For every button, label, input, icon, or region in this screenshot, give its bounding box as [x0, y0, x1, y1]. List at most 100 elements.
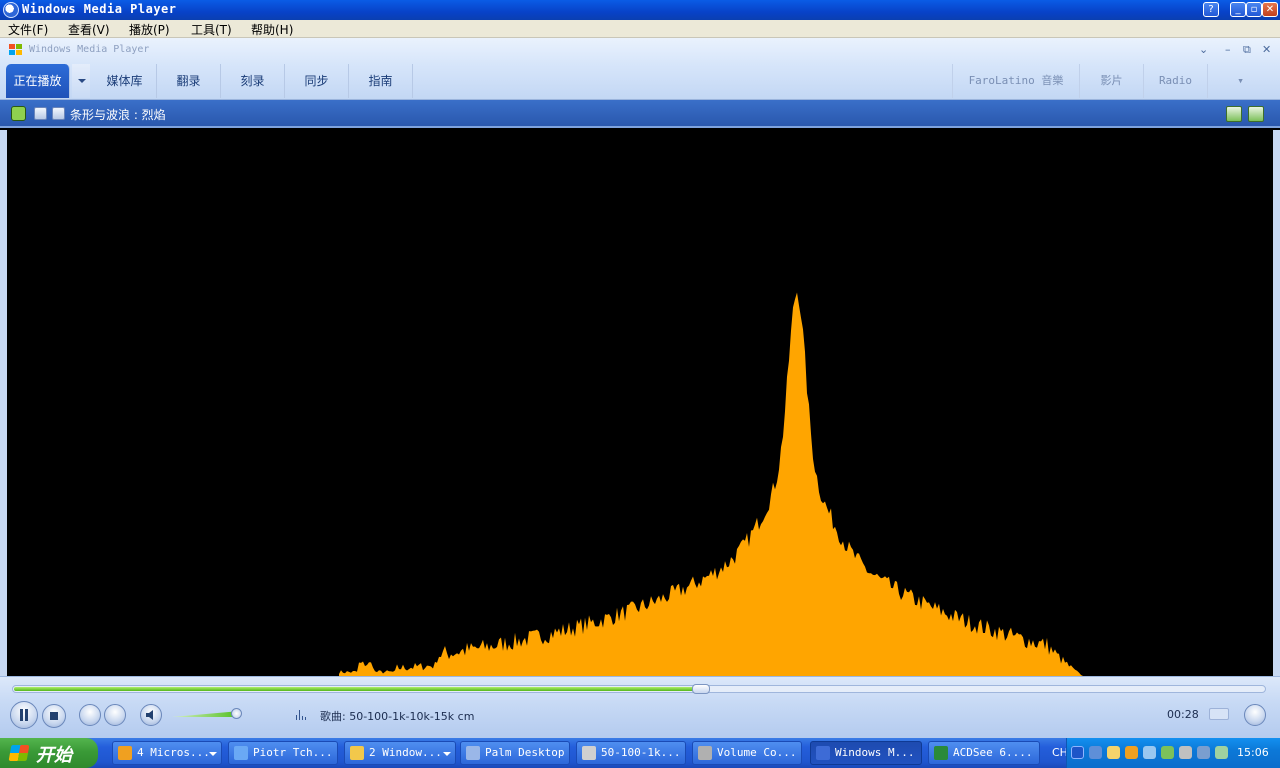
tab-now-playing-dropdown[interactable]: [72, 64, 90, 98]
volume-slider[interactable]: [172, 711, 240, 717]
speaker-icon: [146, 710, 153, 720]
taskbar-item-label: Palm Desktop: [485, 746, 565, 759]
time-display-toggle[interactable]: [1209, 708, 1229, 720]
taskbar-item-label: 2 Window...: [369, 746, 442, 759]
playlist-icon[interactable]: [11, 106, 26, 121]
volume-icon[interactable]: [1197, 746, 1210, 759]
network-icon[interactable]: [1089, 746, 1102, 759]
taskbar-item[interactable]: 2 Window...: [344, 741, 456, 765]
restore-button[interactable]: ▫: [1246, 2, 1262, 17]
visualization-area: [7, 130, 1273, 676]
taskbar-item-label: 50-100-1k...: [601, 746, 681, 759]
taskbar-app-icon: [934, 746, 948, 760]
taskbar-item[interactable]: Windows M...: [810, 741, 922, 765]
taskbar-item[interactable]: ACDSee 6....: [928, 741, 1040, 765]
menu-help[interactable]: 帮助(H): [251, 21, 293, 38]
display-icon[interactable]: [1179, 746, 1192, 759]
menu-view[interactable]: 查看(V): [68, 21, 110, 38]
tab-guide[interactable]: 指南: [349, 64, 413, 98]
wmp-header: Windows Media Player ⌄ – ⧉ ✕ 正在播放 媒体库 翻录…: [0, 38, 1280, 100]
taskbar-app-icon: [698, 746, 712, 760]
status-text: 歌曲: 50-100-1k-10k-15k cm: [320, 710, 475, 723]
tray-app-icon[interactable]: [1143, 746, 1156, 759]
fullscreen-icon[interactable]: [1226, 106, 1242, 122]
menu-play[interactable]: 播放(P): [129, 21, 170, 38]
stop-icon: [50, 712, 58, 720]
chevron-down-icon: [209, 752, 217, 756]
pause-button[interactable]: [10, 701, 38, 729]
system-tray: 15:06: [1066, 738, 1280, 768]
taskbar-item[interactable]: 50-100-1k...: [576, 741, 686, 765]
visualization-bar: 条形与波浪 : 烈焰: [0, 100, 1280, 128]
window-title: Windows Media Player: [22, 2, 177, 16]
taskbar-item-label: Windows M...: [835, 746, 915, 759]
volume-thumb[interactable]: [231, 708, 242, 719]
tab-farolatino[interactable]: FaroLatino 音樂: [952, 64, 1079, 98]
taskbar-app-icon: [582, 746, 596, 760]
tabs-more-icon[interactable]: ▾: [1207, 64, 1273, 98]
start-label: 开始: [36, 745, 72, 766]
previous-button[interactable]: [79, 704, 101, 726]
taskbar: 开始 4 Micros... Piotr Tch... 2 Window... Pal…: [0, 738, 1280, 768]
help-icon[interactable]: ?: [1203, 2, 1219, 17]
taskbar-app-icon: [350, 746, 364, 760]
clock: 15:06: [1237, 746, 1269, 759]
taskbar-item-label: Piotr Tch...: [253, 746, 333, 759]
wmp-title: Windows Media Player: [29, 44, 150, 55]
seek-bar[interactable]: [12, 684, 1266, 694]
seek-progress: [14, 687, 702, 691]
flame-visualizer: [339, 292, 1083, 676]
next-visualization-button[interactable]: [52, 107, 65, 120]
close-button[interactable]: ✕: [1262, 2, 1278, 17]
tab-sync[interactable]: 同步: [285, 64, 349, 98]
tab-radio[interactable]: Radio: [1143, 64, 1207, 98]
skin-mode-icon[interactable]: [1248, 106, 1264, 122]
tab-movies[interactable]: 影片: [1079, 64, 1143, 98]
tab-rip[interactable]: 翻录: [157, 64, 221, 98]
equalizer-icon: [296, 710, 306, 720]
previous-visualization-button[interactable]: [34, 107, 47, 120]
taskbar-item[interactable]: Palm Desktop: [460, 741, 570, 765]
chevron-down-icon: [443, 752, 451, 756]
seek-thumb[interactable]: [692, 684, 710, 694]
start-button[interactable]: 开始: [0, 738, 98, 768]
menu-bar: 文件(F) 查看(V) 播放(P) 工具(T) 帮助(H): [0, 20, 1280, 38]
taskbar-item-label: 4 Micros...: [137, 746, 210, 759]
menu-file[interactable]: 文件(F): [8, 21, 48, 38]
safely-remove-icon[interactable]: [1161, 746, 1174, 759]
restore-icon[interactable]: ⧉: [1243, 43, 1251, 57]
frame-right: [1273, 130, 1280, 680]
mute-button[interactable]: [140, 704, 162, 726]
mail-icon[interactable]: [1107, 746, 1120, 759]
windows-flag-icon: [8, 745, 30, 761]
tab-now-playing[interactable]: 正在播放: [6, 64, 70, 98]
title-bar: Windows Media Player ? _ ▫ ✕: [0, 0, 1280, 20]
chevron-down-icon[interactable]: ⌄: [1199, 43, 1208, 56]
flame-shape: [339, 292, 1083, 676]
taskbar-item[interactable]: 4 Micros...: [112, 741, 222, 765]
taskbar-app-icon: [816, 746, 830, 760]
minimize-button[interactable]: _: [1230, 2, 1246, 17]
taskbar-app-icon: [234, 746, 248, 760]
switch-to-skin-button[interactable]: [1244, 704, 1266, 726]
taskbar-item[interactable]: Piotr Tch...: [228, 741, 338, 765]
minimize-icon[interactable]: –: [1225, 43, 1231, 56]
visualization-name: 条形与波浪 : 烈焰: [70, 108, 166, 122]
elapsed-time: 00:28: [1167, 708, 1199, 721]
stop-button[interactable]: [42, 704, 66, 728]
frame-left: [0, 130, 7, 680]
tab-burn[interactable]: 刻录: [221, 64, 285, 98]
taskbar-item[interactable]: Volume Co...: [692, 741, 802, 765]
taskbar-app-icon: [466, 746, 480, 760]
windows-logo-icon: [9, 44, 22, 55]
next-button[interactable]: [104, 704, 126, 726]
tab-library[interactable]: 媒体库: [93, 64, 157, 98]
antivirus-icon[interactable]: [1215, 746, 1228, 759]
menu-tools[interactable]: 工具(T): [191, 21, 232, 38]
taskbar-app-icon: [118, 746, 132, 760]
tray-arrow-icon[interactable]: [1071, 746, 1084, 759]
media-player-icon: [3, 2, 19, 18]
clock-app-icon[interactable]: [1125, 746, 1138, 759]
pause-icon: [20, 709, 28, 721]
close-icon[interactable]: ✕: [1262, 43, 1271, 56]
